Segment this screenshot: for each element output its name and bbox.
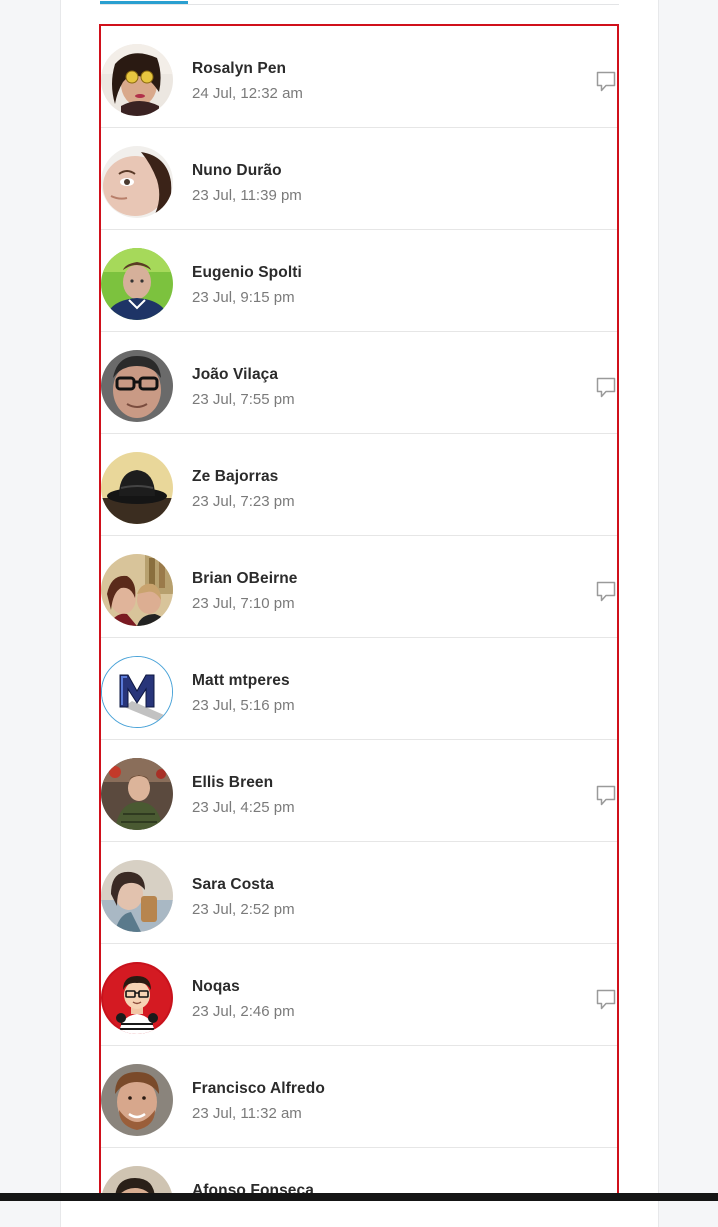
list-item[interactable]: Matt mtperes 23 Jul, 5:16 pm: [101, 638, 617, 740]
timestamp: 23 Jul, 7:23 pm: [192, 493, 295, 510]
timestamp: 23 Jul, 9:15 pm: [192, 289, 295, 306]
timestamp: 23 Jul, 2:52 pm: [192, 901, 295, 918]
list-item[interactable]: Ze Bajorras 23 Jul, 7:23 pm: [101, 434, 617, 536]
person-name[interactable]: Matt mtperes: [192, 672, 290, 690]
person-name[interactable]: Ze Bajorras: [192, 468, 278, 486]
avatar[interactable]: [101, 656, 173, 728]
timestamp: 23 Jul, 5:16 pm: [192, 697, 295, 714]
avatar[interactable]: [101, 554, 173, 626]
active-tab-indicator[interactable]: [100, 1, 188, 4]
timestamp: 23 Jul, 11:32 am: [192, 1105, 302, 1122]
list-item[interactable]: Nuno Durão 23 Jul, 11:39 pm: [101, 128, 617, 230]
person-name[interactable]: Nuno Durão: [192, 162, 282, 180]
comment-bubble-icon[interactable]: [595, 580, 617, 604]
comment-bubble-icon[interactable]: [595, 784, 617, 808]
list-item[interactable]: Rosalyn Pen 24 Jul, 12:32 am: [101, 26, 617, 128]
timestamp: 24 Jul, 12:32 am: [192, 85, 303, 102]
person-name[interactable]: Sara Costa: [192, 876, 274, 894]
avatar[interactable]: [101, 962, 173, 1034]
timestamp: 23 Jul, 11:39 pm: [192, 187, 302, 204]
list-item[interactable]: João Vilaça 23 Jul, 7:55 pm: [101, 332, 617, 434]
comment-bubble-icon[interactable]: [595, 376, 617, 400]
people-list: Rosalyn Pen 24 Jul, 12:32 am Nuno Durão …: [99, 24, 619, 1201]
person-name[interactable]: João Vilaça: [192, 366, 278, 384]
list-item[interactable]: Eugenio Spolti 23 Jul, 9:15 pm: [101, 230, 617, 332]
avatar[interactable]: [101, 350, 173, 422]
person-name[interactable]: Noqas: [192, 978, 240, 996]
avatar[interactable]: [101, 758, 173, 830]
avatar[interactable]: [101, 248, 173, 320]
list-item[interactable]: Noqas 23 Jul, 2:46 pm: [101, 944, 617, 1046]
comment-bubble-icon[interactable]: [595, 70, 617, 94]
timestamp: 23 Jul, 7:55 pm: [192, 391, 295, 408]
person-name[interactable]: Brian OBeirne: [192, 570, 298, 588]
bottom-bar: [0, 1193, 718, 1201]
avatar[interactable]: [101, 1064, 173, 1136]
person-name[interactable]: Eugenio Spolti: [192, 264, 302, 282]
timestamp: 23 Jul, 2:46 pm: [192, 1003, 295, 1020]
list-item[interactable]: Ellis Breen 23 Jul, 4:25 pm: [101, 740, 617, 842]
avatar[interactable]: [101, 452, 173, 524]
list-item[interactable]: Brian OBeirne 23 Jul, 7:10 pm: [101, 536, 617, 638]
person-name[interactable]: Ellis Breen: [192, 774, 273, 792]
comment-bubble-icon[interactable]: [595, 988, 617, 1012]
list-item[interactable]: Sara Costa 23 Jul, 2:52 pm: [101, 842, 617, 944]
avatar[interactable]: [101, 146, 173, 218]
timestamp: 23 Jul, 7:10 pm: [192, 595, 295, 612]
person-name[interactable]: Rosalyn Pen: [192, 60, 286, 78]
timestamp: 23 Jul, 4:25 pm: [192, 799, 295, 816]
tab-bar: [100, 0, 619, 5]
person-name[interactable]: Francisco Alfredo: [192, 1080, 325, 1098]
avatar[interactable]: [101, 44, 173, 116]
avatar[interactable]: [101, 860, 173, 932]
list-item[interactable]: Francisco Alfredo 23 Jul, 11:32 am: [101, 1046, 617, 1148]
